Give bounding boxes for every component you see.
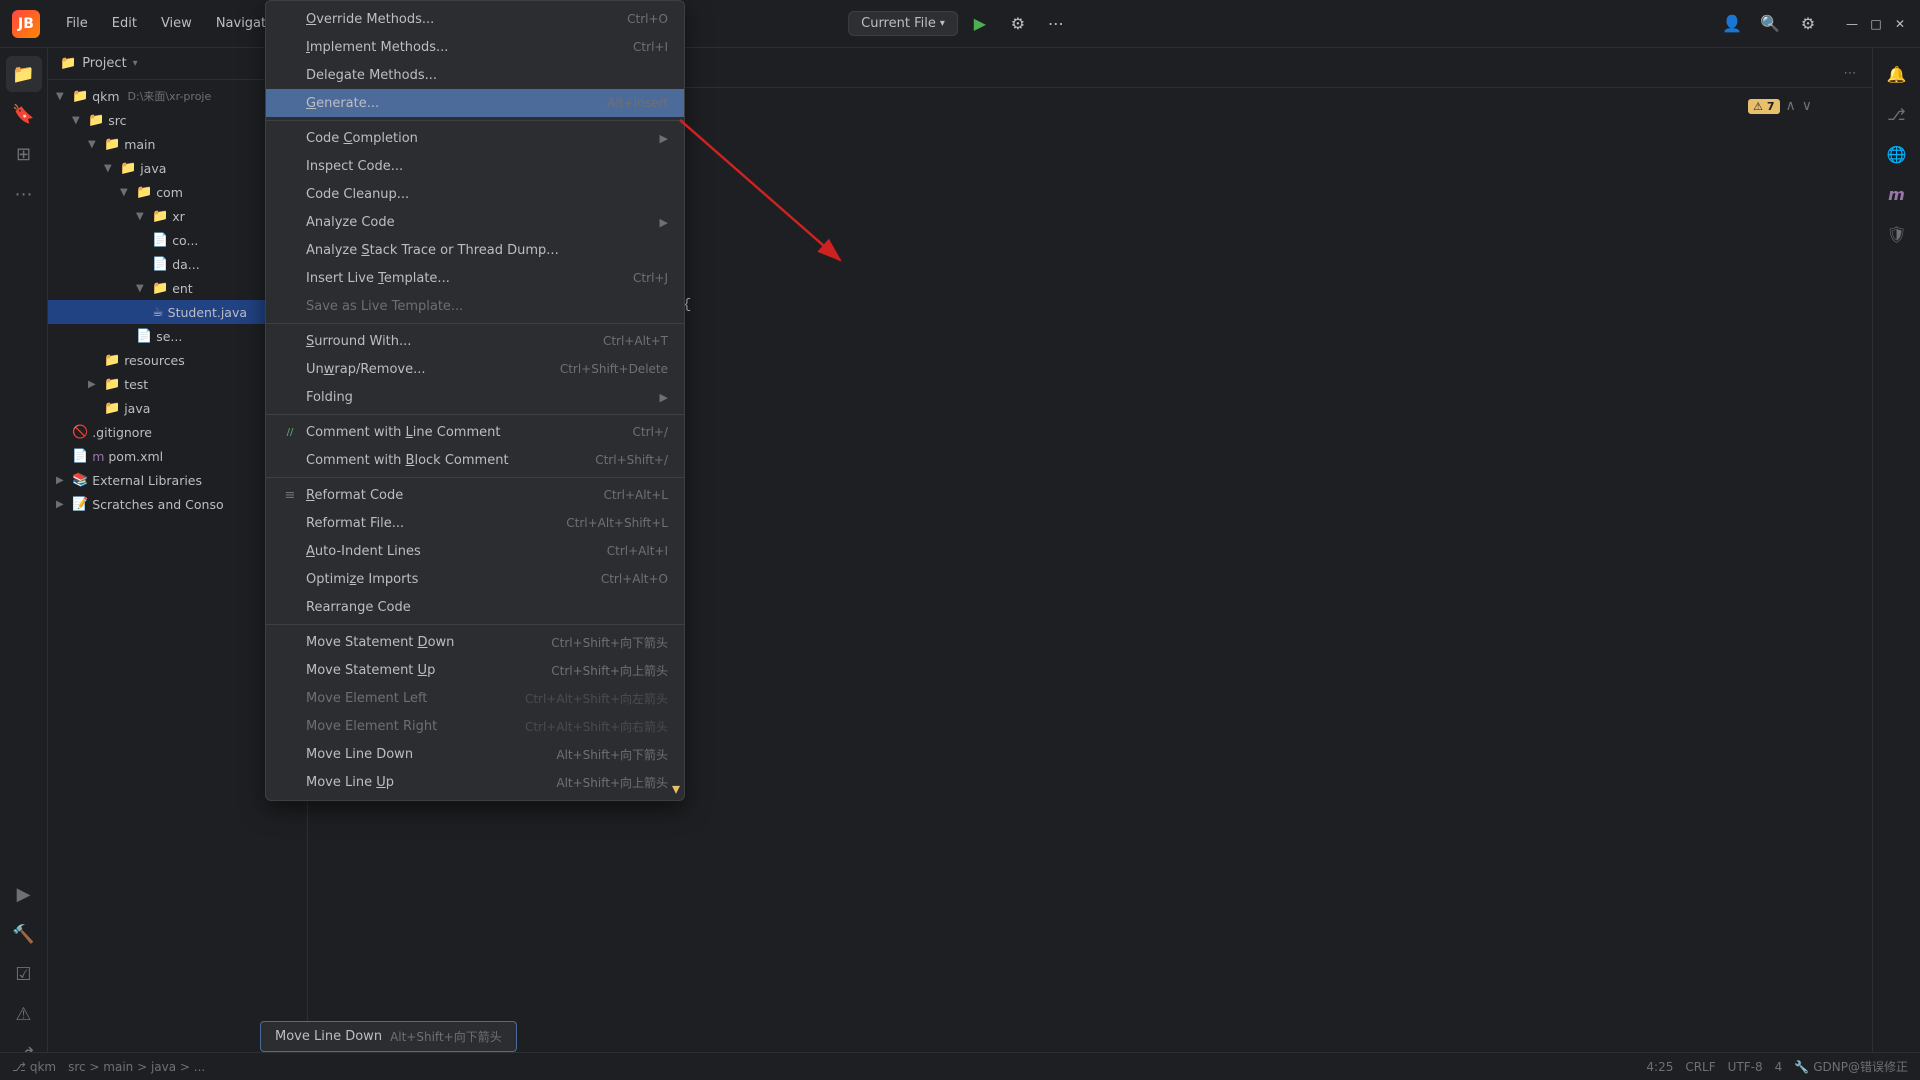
menu-override-methods[interactable]: Override Methods... Ctrl+O [266, 5, 684, 33]
reformat-icon: ≡ [282, 488, 298, 503]
menu-comment-line[interactable]: // Comment with Line Comment Ctrl+/ [266, 418, 684, 446]
menu-move-statement-up[interactable]: Move Statement Up Ctrl+Shift+向上箭头 [266, 656, 684, 684]
menu-move-line-down[interactable]: Move Line Down Alt+Shift+向下箭头 [266, 740, 684, 768]
menu-delegate-methods[interactable]: Delegate Methods... [266, 61, 684, 89]
context-menu: Override Methods... Ctrl+O Implement Met… [265, 0, 685, 801]
menu-surround-with[interactable]: Surround With... Ctrl+Alt+T [266, 327, 684, 355]
menu-move-statement-down[interactable]: Move Statement Down Ctrl+Shift+向下箭头 [266, 628, 684, 656]
menu-analyze-code[interactable]: Analyze Code ▶ [266, 208, 684, 236]
menu-implement-methods[interactable]: Implement Methods... Ctrl+I [266, 33, 684, 61]
submenu-arrow-icon: ▶ [660, 391, 668, 404]
menu-rearrange-code[interactable]: Rearrange Code [266, 593, 684, 621]
separator [266, 323, 684, 324]
menu-reformat-code[interactable]: ≡ Reformat Code Ctrl+Alt+L [266, 481, 684, 509]
separator [266, 120, 684, 121]
menu-save-live-template: Save as Live Template... [266, 292, 684, 320]
menu-inspect-code[interactable]: Inspect Code... [266, 152, 684, 180]
line-comment-icon: // [282, 427, 298, 438]
menu-optimize-imports[interactable]: Optimize Imports Ctrl+Alt+O [266, 565, 684, 593]
menu-code-completion[interactable]: Code Completion ▶ [266, 124, 684, 152]
menu-move-line-up[interactable]: Move Line Up Alt+Shift+向上箭头 ▾ [266, 768, 684, 796]
separator [266, 624, 684, 625]
menu-move-element-left: Move Element Left Ctrl+Alt+Shift+向左箭头 [266, 684, 684, 712]
menu-auto-indent[interactable]: Auto-Indent Lines Ctrl+Alt+I [266, 537, 684, 565]
menu-code-cleanup[interactable]: Code Cleanup... [266, 180, 684, 208]
menu-reformat-file[interactable]: Reformat File... Ctrl+Alt+Shift+L [266, 509, 684, 537]
submenu-arrow-icon: ▶ [660, 216, 668, 229]
menu-unwrap-remove[interactable]: Unwrap/Remove... Ctrl+Shift+Delete [266, 355, 684, 383]
submenu-arrow-icon: ▶ [660, 132, 668, 145]
menu-generate[interactable]: Generate... Alt+Insert [266, 89, 684, 117]
menu-comment-block[interactable]: Comment with Block Comment Ctrl+Shift+/ [266, 446, 684, 474]
separator [266, 414, 684, 415]
separator [266, 477, 684, 478]
menu-move-element-right: Move Element Right Ctrl+Alt+Shift+向右箭头 [266, 712, 684, 740]
context-menu-overlay[interactable]: Override Methods... Ctrl+O Implement Met… [0, 0, 1920, 1080]
menu-folding[interactable]: Folding ▶ [266, 383, 684, 411]
menu-analyze-stack-trace[interactable]: Analyze Stack Trace or Thread Dump... [266, 236, 684, 264]
scroll-down-indicator: ▾ [672, 779, 680, 798]
menu-insert-live-template[interactable]: Insert Live Template... Ctrl+J [266, 264, 684, 292]
